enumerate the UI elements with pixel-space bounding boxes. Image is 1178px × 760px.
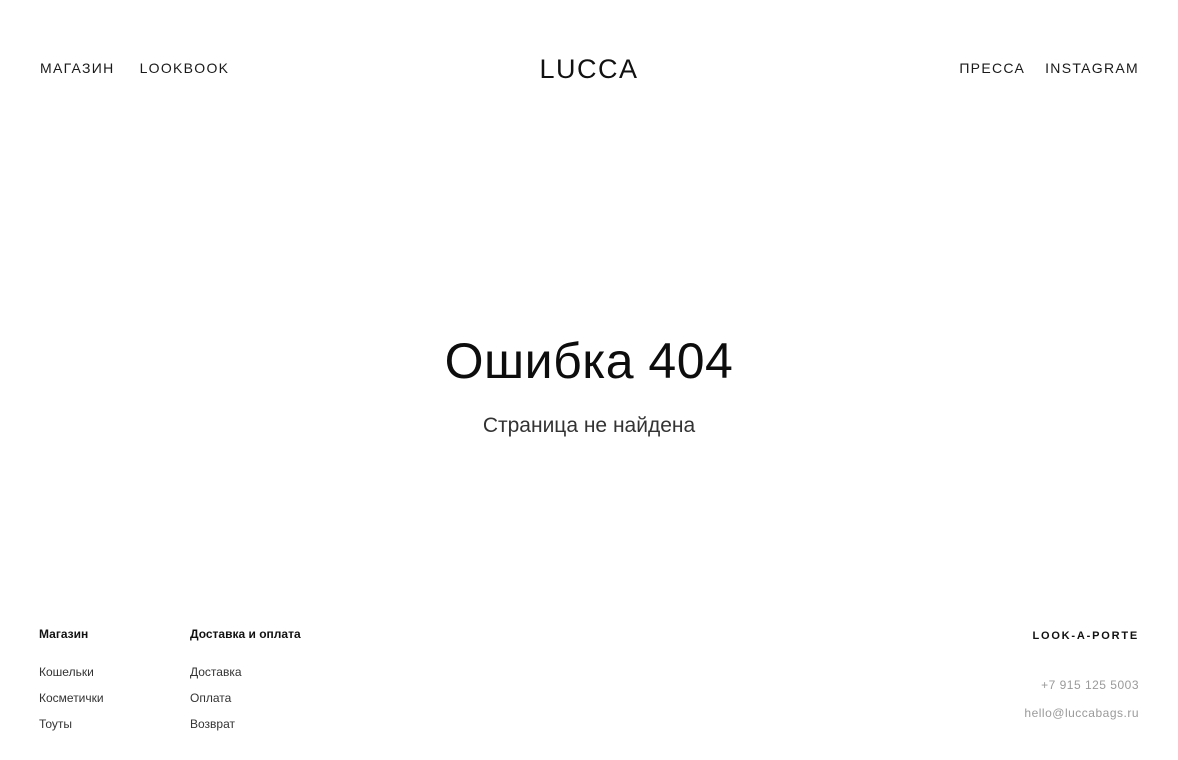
error-content: Ошибка 404 Страница не найдена <box>0 330 1178 440</box>
site-header: МАГАЗИН LOOKBOOK LUCCA ПРЕССА INSTAGRAM <box>0 0 1178 130</box>
nav-link-press[interactable]: ПРЕССА <box>959 59 1025 77</box>
footer-heading-delivery: Доставка и оплата <box>190 627 301 641</box>
footer-heading-shop: Магазин <box>39 627 89 641</box>
footer-column-shop: Магазин Кошельки Косметички Тоуты <box>39 626 104 732</box>
footer-column-delivery: Доставка и оплата Доставка Оплата Возвра… <box>190 626 301 732</box>
footer-link-cosmetic-bags[interactable]: Косметички <box>39 690 104 706</box>
site-footer: Магазин Кошельки Косметички Тоуты Достав… <box>0 620 1178 760</box>
footer-brand[interactable]: LOOK-A-PORTE <box>1024 628 1139 644</box>
contact-phone[interactable]: +7 915 125 5003 <box>1024 677 1139 693</box>
footer-links-shop: Кошельки Косметички Тоуты <box>39 664 104 732</box>
footer-links-delivery: Доставка Оплата Возврат <box>190 664 301 732</box>
contact-email[interactable]: hello@luccabags.ru <box>1024 705 1139 721</box>
nav-link-instagram[interactable]: INSTAGRAM <box>1045 59 1139 77</box>
footer-link-wallets[interactable]: Кошельки <box>39 664 104 680</box>
contact-list: +7 915 125 5003 hello@luccabags.ru <box>1024 677 1139 721</box>
nav-right: ПРЕССА INSTAGRAM <box>959 59 1139 77</box>
footer-link-payment[interactable]: Оплата <box>190 690 301 706</box>
footer-link-returns[interactable]: Возврат <box>190 716 301 732</box>
footer-contacts: LOOK-A-PORTE +7 915 125 5003 hello@lucca… <box>1024 628 1139 721</box>
footer-link-totes[interactable]: Тоуты <box>39 716 104 732</box>
footer-link-delivery[interactable]: Доставка <box>190 664 301 680</box>
error-subtitle: Страница не найдена <box>482 414 696 437</box>
error-title: Ошибка 404 <box>444 333 734 389</box>
